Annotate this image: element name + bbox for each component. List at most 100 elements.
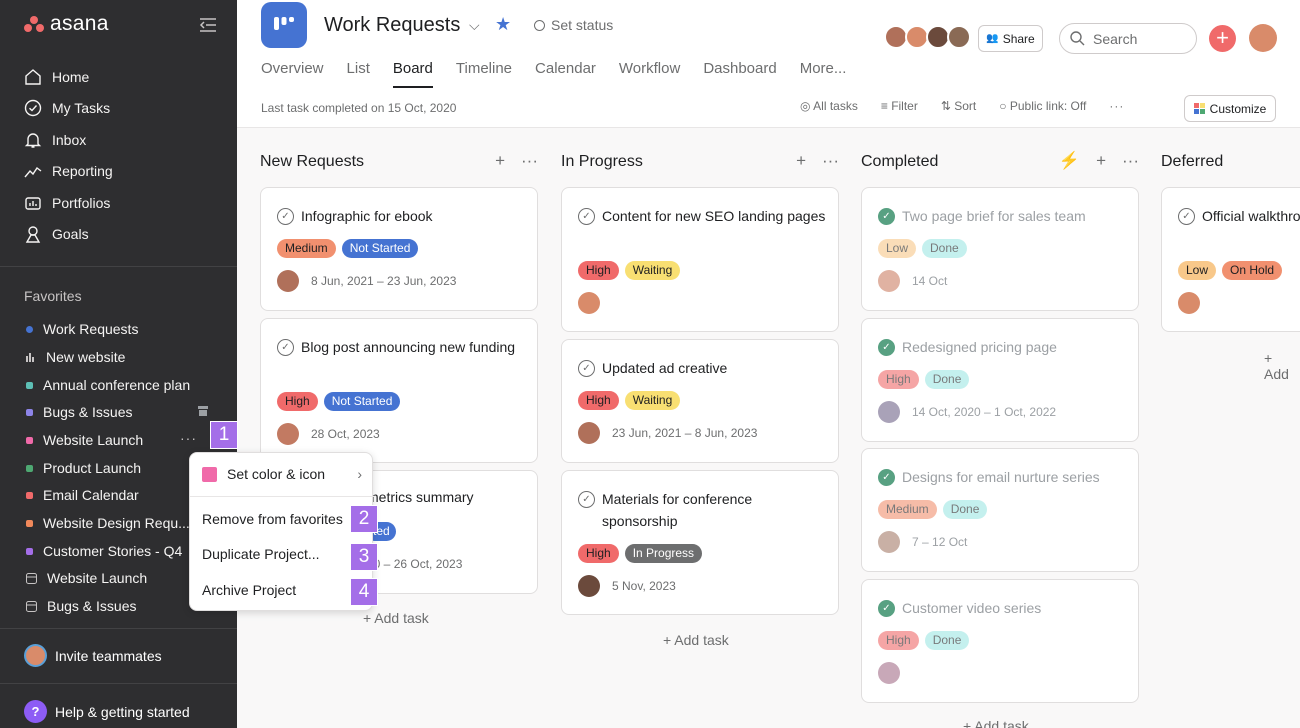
- menu-remove-from-favorites[interactable]: Remove from favorites: [202, 511, 343, 527]
- tab-more[interactable]: More...: [800, 60, 847, 88]
- favorite-bugs-issues[interactable]: Bugs & Issues: [26, 402, 133, 422]
- tab-workflow[interactable]: Workflow: [619, 60, 680, 88]
- member-avatars[interactable]: [884, 25, 971, 49]
- assignee-avatar[interactable]: [277, 270, 299, 292]
- favorite-label: Bugs & Issues: [43, 404, 133, 420]
- task-card[interactable]: ✓ Official walkthrough candidates Low On…: [1161, 187, 1300, 332]
- filter-button[interactable]: ≡ Filter: [881, 99, 918, 113]
- more-options-icon[interactable]: ···: [1109, 99, 1124, 113]
- sidebar-item-portfolios[interactable]: Portfolios: [24, 192, 110, 214]
- add-icon[interactable]: +: [495, 151, 505, 171]
- task-card[interactable]: ✓ Materials for conference sponsorship H…: [561, 470, 839, 615]
- set-status-button[interactable]: Set status: [534, 17, 613, 33]
- add-task-button[interactable]: + Add task: [663, 632, 729, 648]
- assignee-avatar[interactable]: [578, 575, 600, 597]
- more-options-icon[interactable]: ···: [521, 151, 538, 171]
- sidebar-item-my-tasks[interactable]: My Tasks: [24, 97, 110, 119]
- sidebar-item-reporting[interactable]: Reporting: [24, 160, 113, 182]
- add-task-button[interactable]: + Add task: [363, 610, 429, 626]
- assignee-avatar[interactable]: [878, 270, 900, 292]
- status-tag: Done: [924, 370, 970, 389]
- column-title: In Progress: [561, 153, 643, 170]
- sort-button[interactable]: ⇅ Sort: [941, 99, 976, 113]
- task-meta: [1178, 292, 1200, 314]
- project-board-icon[interactable]: [261, 2, 307, 48]
- tab-calendar[interactable]: Calendar: [535, 60, 596, 88]
- tab-dashboard[interactable]: Dashboard: [703, 60, 776, 88]
- sidebar-item-inbox[interactable]: Inbox: [24, 129, 86, 151]
- star-icon[interactable]: ★: [495, 14, 511, 35]
- more-options-icon[interactable]: ···: [1122, 151, 1139, 171]
- favorite-email-calendar[interactable]: Email Calendar: [26, 485, 139, 505]
- share-button[interactable]: 👥 Share: [978, 25, 1043, 52]
- task-title: Updated ad creative: [602, 360, 728, 376]
- project-color-dot: [26, 436, 33, 444]
- task-card[interactable]: ✓ Designs for email nurture series Mediu…: [861, 448, 1139, 572]
- sidebar-item-home[interactable]: Home: [24, 66, 89, 88]
- more-options-icon[interactable]: ···: [180, 430, 197, 446]
- assignee-avatar[interactable]: [878, 401, 900, 423]
- task-card[interactable]: ✓ Customer video series High Done: [861, 579, 1139, 703]
- favorite-website-launch[interactable]: Website Launch: [26, 430, 143, 450]
- sidebar-divider: [0, 683, 237, 684]
- menu-set-color-icon[interactable]: Set color & icon ›: [202, 466, 362, 482]
- assignee-avatar[interactable]: [878, 662, 900, 684]
- help-button[interactable]: ? Help & getting started: [24, 700, 190, 723]
- invite-teammates-button[interactable]: Invite teammates: [24, 644, 162, 667]
- user-avatar[interactable]: [1249, 24, 1277, 52]
- add-icon[interactable]: +: [796, 151, 806, 171]
- search-input[interactable]: Search: [1059, 23, 1197, 54]
- favorite-product-launch[interactable]: Product Launch: [26, 458, 141, 478]
- collapse-sidebar-icon[interactable]: [199, 17, 217, 33]
- add-task-button[interactable]: + Add task: [963, 718, 1029, 728]
- all-tasks-button[interactable]: ◎ All tasks: [800, 99, 858, 113]
- menu-duplicate-project[interactable]: Duplicate Project...: [202, 546, 320, 562]
- tab-list[interactable]: List: [347, 60, 370, 88]
- task-card[interactable]: ✓ Redesigned pricing page High Done 14 O…: [861, 318, 1139, 442]
- project-color-dot: [26, 408, 33, 416]
- status-tag: Done: [922, 239, 967, 258]
- favorite-new-website[interactable]: New website: [26, 347, 125, 367]
- create-button[interactable]: +: [1209, 25, 1236, 52]
- tab-timeline[interactable]: Timeline: [456, 60, 512, 88]
- favorite-work-requests[interactable]: Work Requests: [26, 319, 138, 339]
- assignee-avatar[interactable]: [878, 531, 900, 553]
- task-card[interactable]: ✓ Infographic for ebook Medium Not Start…: [260, 187, 538, 311]
- add-task-button[interactable]: + Add: [1264, 350, 1300, 382]
- public-link-button[interactable]: ○ Public link: Off: [999, 99, 1086, 113]
- customize-button[interactable]: Customize: [1184, 95, 1276, 122]
- task-card[interactable]: ✓ Content for new SEO landing pages High…: [561, 187, 839, 332]
- asana-logo[interactable]: asana: [24, 12, 109, 36]
- task-card[interactable]: ✓ Updated ad creative High Waiting 23 Ju…: [561, 339, 839, 463]
- favorite-annual-conference-plan[interactable]: Annual conference plan: [26, 375, 190, 395]
- task-meta: 7 – 12 Oct: [878, 531, 967, 553]
- board-column-in-progress: In Progress + ··· ✓ Content for new SEO l…: [561, 128, 839, 728]
- tab-overview[interactable]: Overview: [261, 60, 324, 88]
- assignee-avatar[interactable]: [578, 422, 600, 444]
- task-card[interactable]: ✓ Two page brief for sales team Low Done…: [861, 187, 1139, 311]
- task-title: Two page brief for sales team: [902, 208, 1086, 224]
- view-controls: ◎ All tasks ≡ Filter ⇅ Sort ○ Public lin…: [800, 99, 1124, 113]
- lightning-icon[interactable]: ⚡: [1059, 151, 1080, 171]
- favorite-bugs-issues-board[interactable]: Bugs & Issues: [26, 596, 137, 616]
- tab-board[interactable]: Board: [392, 60, 433, 88]
- bell-icon: [24, 133, 42, 148]
- favorite-website-design-requests[interactable]: Website Design Requ...: [26, 513, 190, 533]
- add-icon[interactable]: +: [1096, 151, 1106, 171]
- filter-icon: ≡: [880, 99, 892, 113]
- favorite-label: Website Launch: [43, 432, 144, 448]
- task-date: 5 Nov, 2023: [612, 579, 676, 593]
- sort-icon: ⇅: [940, 99, 955, 113]
- menu-archive-project[interactable]: Archive Project: [202, 582, 296, 598]
- favorite-website-launch-board[interactable]: Website Launch: [26, 568, 147, 588]
- task-card[interactable]: ✓ Blog post announcing new funding High …: [260, 318, 538, 463]
- assignee-avatar[interactable]: [578, 292, 600, 314]
- status-tag: Done: [942, 500, 988, 519]
- chevron-down-icon[interactable]: ⌵: [469, 17, 480, 34]
- favorite-customer-stories[interactable]: Customer Stories - Q4: [26, 541, 182, 561]
- task-tags: Low Done: [878, 239, 967, 258]
- more-options-icon[interactable]: ···: [822, 151, 839, 171]
- sidebar-item-goals[interactable]: Goals: [24, 223, 89, 245]
- assignee-avatar[interactable]: [1178, 292, 1200, 314]
- assignee-avatar[interactable]: [277, 423, 299, 445]
